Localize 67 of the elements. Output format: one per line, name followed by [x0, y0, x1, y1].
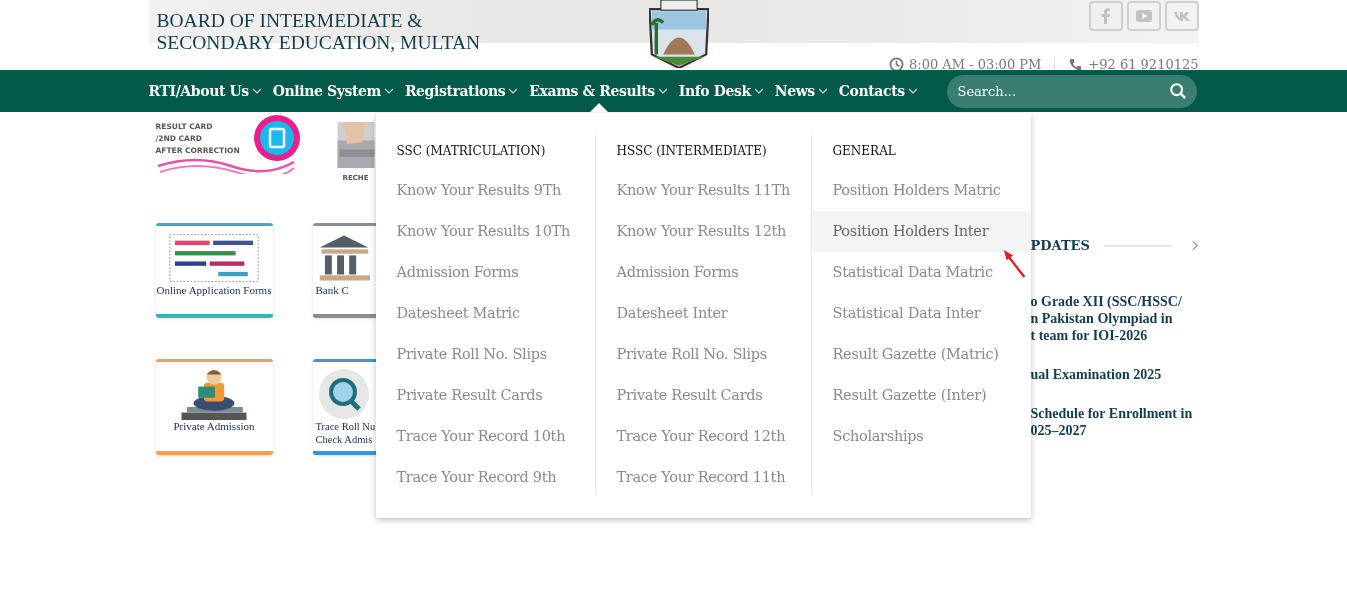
chevron-down-icon [657, 88, 668, 94]
news-link[interactable]: o Grade XII (SSC/HSSC/ n Pakistan Olympiad in t team for IOI-2026 [1030, 293, 1199, 344]
emblem-logo[interactable] [648, 0, 709, 68]
section-heading: PDATES [1030, 238, 1090, 253]
menu-heading: HSSC (INTERMEDIATE) [615, 143, 768, 160]
clock-icon [889, 57, 904, 72]
menu-link[interactable]: Trace Your Record 12th [595, 416, 811, 457]
search-icon[interactable] [1168, 81, 1187, 100]
chevron-down-icon [817, 88, 828, 94]
menu-link[interactable]: Statistical Data Inter [811, 293, 1031, 334]
menu-link[interactable]: Trace Your Record 9th [375, 457, 595, 498]
chevron-right-icon[interactable] [1191, 240, 1199, 251]
menu-link[interactable]: Admission Forms [375, 252, 595, 293]
chevron-down-icon [508, 88, 519, 94]
phone-number[interactable]: +92 61 9210125 [1088, 57, 1199, 72]
menu-link[interactable]: Result Gazette (Inter) [811, 375, 1031, 416]
office-hours: 8:00 AM - 03:00 PM [909, 57, 1042, 72]
social-link[interactable] [1164, 1, 1199, 31]
chevron-down-icon [907, 88, 918, 94]
menu-link[interactable]: Private Result Cards [595, 375, 811, 416]
menu-link[interactable]: Statistical Data Matric [811, 252, 1031, 293]
nav-menu-item[interactable]: RTI/About Us [148, 70, 262, 112]
nav-menu-item[interactable]: Exams & Results [529, 70, 668, 112]
menu-link[interactable]: Admission Forms [595, 252, 811, 293]
nav-menu-item[interactable]: Registrations [404, 70, 519, 112]
nav-menu-item[interactable]: Contacts [838, 70, 918, 112]
menu-link[interactable]: Know Your Results 10Th [375, 211, 595, 252]
tile-caption: Check Admis [315, 433, 373, 446]
menu-heading: GENERAL [831, 143, 897, 160]
menu-link[interactable]: Datesheet Matric [375, 293, 595, 334]
menu-heading: SSC (MATRICULATION) [395, 143, 547, 160]
menu-link[interactable]: Scholarships [811, 416, 1031, 457]
documents-icon [252, 114, 301, 162]
news-link[interactable]: ual Examination 2025 [1030, 366, 1199, 383]
tile-caption: Trace Roll Nu [315, 420, 376, 433]
menu-link[interactable]: Position Holders Inter [811, 211, 1031, 252]
menu-link[interactable]: Datesheet Inter [595, 293, 811, 334]
menu-link[interactable]: Position Holders Matric [811, 170, 1031, 211]
tile-caption: Bank C [315, 284, 349, 297]
social-link[interactable] [1088, 1, 1123, 31]
menu-link[interactable]: Trace Your Record 10th [375, 416, 595, 457]
service-tile[interactable]: Bank C [312, 223, 376, 318]
search-field[interactable]: Search... [946, 74, 1197, 108]
service-tile[interactable]: Trace Roll Nu Check Admis [312, 359, 376, 455]
menu-link[interactable]: Private Roll No. Slips [375, 334, 595, 375]
menu-link[interactable]: Know Your Results 9Th [375, 170, 595, 211]
site-title: SECONDARY EDUCATION, MULTAN [156, 32, 482, 54]
service-tile[interactable]: Online Application Forms [155, 223, 273, 318]
nav-menu-item[interactable]: Online System [272, 70, 394, 112]
menu-link[interactable]: Trace Your Record 11th [595, 457, 811, 498]
menu-link[interactable]: Private Roll No. Slips [595, 334, 811, 375]
menu-link[interactable]: Know Your Results 11Th [595, 170, 811, 211]
menu-link[interactable]: Know Your Results 12th [595, 211, 811, 252]
news-link[interactable]: Schedule for Enrollment in 025–2027 [1030, 405, 1199, 439]
chevron-down-icon [251, 88, 262, 94]
tile-caption: Online Application Forms [156, 284, 272, 297]
chevron-down-icon [753, 88, 764, 94]
phone-icon [1068, 57, 1084, 72]
social-link[interactable] [1126, 1, 1161, 31]
service-tile[interactable]: Private Admission [155, 359, 273, 455]
nav-menu-item[interactable]: News [774, 70, 828, 112]
nav-menu-item[interactable]: Info Desk [678, 70, 764, 112]
menu-link[interactable]: Private Result Cards [375, 375, 595, 416]
site-title: BOARD OF INTERMEDIATE & [156, 10, 424, 32]
chevron-down-icon [383, 88, 394, 94]
menu-link[interactable]: Result Gazette (Matric) [811, 334, 1031, 375]
tile-caption: Private Admission [173, 420, 255, 433]
